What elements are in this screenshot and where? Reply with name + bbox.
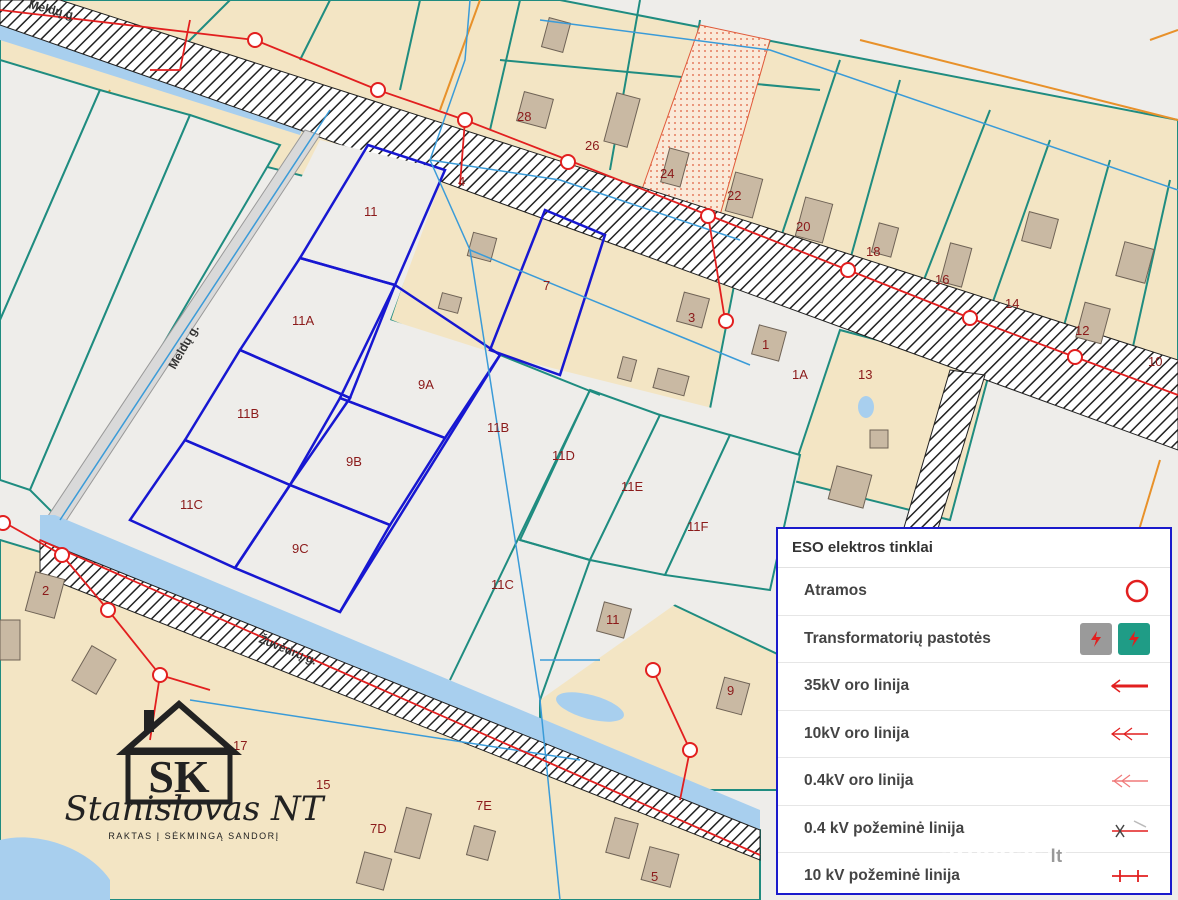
svg-text:14: 14 [1005,296,1019,311]
svg-text:1A: 1A [792,367,808,382]
legend-row-35kv: 35kV oro linija [778,663,1170,711]
svg-text:26: 26 [585,138,599,153]
legend-label: 35kV oro linija [804,677,910,694]
aruodas-watermark: aruodas lt [941,838,1066,869]
svg-text:9A: 9A [418,377,434,392]
svg-text:11C: 11C [180,497,203,512]
legend-row-10kv: 10kV oro linija [778,711,1170,758]
legend-label: 10kV oro linija [804,724,910,742]
legend-label: Transformatorių pastotės [804,629,991,647]
legend-row-substations: Transformatorių pastotės [778,616,1170,663]
svg-text:3: 3 [688,310,695,325]
svg-text:9B: 9B [346,454,362,469]
circle-icon [1124,568,1150,614]
svg-text:1: 1 [762,337,769,352]
legend-label: Atramos [804,582,867,599]
svg-text:18: 18 [866,244,880,259]
legend-label: 0.4 kV požeminė linija [804,819,965,837]
svg-text:20: 20 [796,219,810,234]
stanislovas-logo: SK Stanislovas NT RAKTAS Į SĖKMINGĄ SAND… [65,700,326,841]
svg-text:7D: 7D [370,821,387,836]
legend-title: ESO elektros tinklai [778,529,1170,568]
underground-10kv-icon [1110,853,1150,899]
svg-text:11B: 11B [237,406,259,421]
logo-tagline: RAKTAS Į SĖKMINGĄ SANDORĮ [108,831,279,841]
underground-04kv-icon [1110,806,1150,852]
line-04kv-icon [1110,758,1150,804]
svg-text:10: 10 [1148,354,1162,369]
svg-text:11C: 11C [491,577,514,592]
svg-text:7E: 7E [476,798,492,813]
legend-row-04kv: 0.4kV oro linija [778,758,1170,806]
line-35kv-icon [1110,663,1150,709]
svg-text:9C: 9C [292,541,309,556]
svg-text:13: 13 [858,367,872,382]
svg-text:11: 11 [364,204,378,219]
svg-text:7: 7 [543,278,550,293]
svg-text:5: 5 [651,869,658,884]
line-10kv-icon [1110,711,1150,757]
logo-script: Stanislovas NT [65,789,326,829]
substation-icon [1074,616,1150,662]
svg-text:11A: 11A [292,313,314,328]
svg-text:11E: 11E [621,479,643,494]
svg-text:2: 2 [42,583,49,598]
legend-label: 10 kV požeminė linija [804,867,960,884]
svg-text:16: 16 [935,272,949,287]
pond-east [858,396,874,418]
svg-text:4: 4 [458,174,465,189]
svg-text:11B: 11B [487,420,509,435]
svg-text:28: 28 [517,109,531,124]
legend-row-atramos: Atramos [778,568,1170,616]
svg-text:11F: 11F [687,519,708,534]
svg-text:22: 22 [727,188,741,203]
svg-text:11D: 11D [552,448,575,463]
legend-label: 0.4kV oro linija [804,772,914,789]
svg-text:12: 12 [1075,323,1089,338]
svg-text:11: 11 [606,612,620,627]
svg-text:24: 24 [660,166,674,181]
svg-text:9: 9 [727,683,734,698]
